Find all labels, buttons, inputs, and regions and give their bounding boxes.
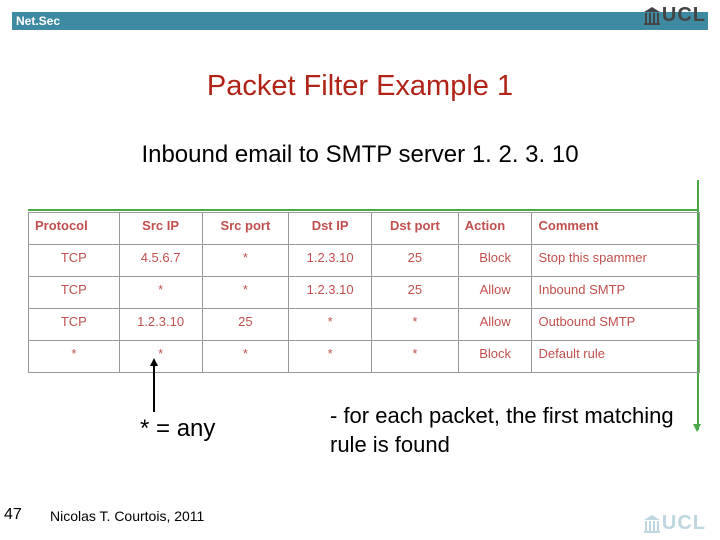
arrow-down-icon <box>693 424 701 432</box>
ucl-logo-bottom: UCL <box>644 512 706 535</box>
col-srcip: Src IP <box>119 213 202 245</box>
slide-subtitle: Inbound email to SMTP server 1. 2. 3. 10 <box>0 141 720 169</box>
table-row: TCP 1.2.3.10 25 * * Allow Outbound SMTP <box>29 309 700 341</box>
table-row: * * * * * Block Default rule <box>29 341 700 373</box>
col-dstip: Dst IP <box>289 213 372 245</box>
ucl-logo-text: UCL <box>662 512 706 535</box>
top-bar: Net.Sec <box>12 12 708 30</box>
slide-title: Packet Filter Example 1 <box>0 70 720 103</box>
col-protocol: Protocol <box>29 213 120 245</box>
legend-text: * = any <box>140 415 215 443</box>
col-srcport: Src port <box>202 213 289 245</box>
portico-icon <box>644 7 660 25</box>
slide-number: 47 <box>4 506 22 524</box>
portico-icon <box>644 515 660 533</box>
col-action: Action <box>458 213 532 245</box>
col-dstport: Dst port <box>372 213 459 245</box>
topbar-label: Net.Sec <box>12 14 60 28</box>
explain-suffix: is found <box>367 432 450 457</box>
author-text: Nicolas T. Courtois, 2011 <box>50 508 204 524</box>
annotation-line <box>28 209 698 211</box>
col-comment: Comment <box>532 213 700 245</box>
ucl-logo-top: UCL <box>644 4 706 27</box>
explain-prefix: - for each packet, the <box>330 403 543 428</box>
explain-text: - for each packet, the first matching ru… <box>330 402 690 459</box>
rules-table: Protocol Src IP Src port Dst IP Dst port… <box>28 212 700 373</box>
ucl-logo-text: UCL <box>662 4 706 27</box>
table-row: TCP 4.5.6.7 * 1.2.3.10 25 Block Stop thi… <box>29 245 700 277</box>
table-row: TCP * * 1.2.3.10 25 Allow Inbound SMTP <box>29 277 700 309</box>
arrow-stem <box>153 364 155 412</box>
